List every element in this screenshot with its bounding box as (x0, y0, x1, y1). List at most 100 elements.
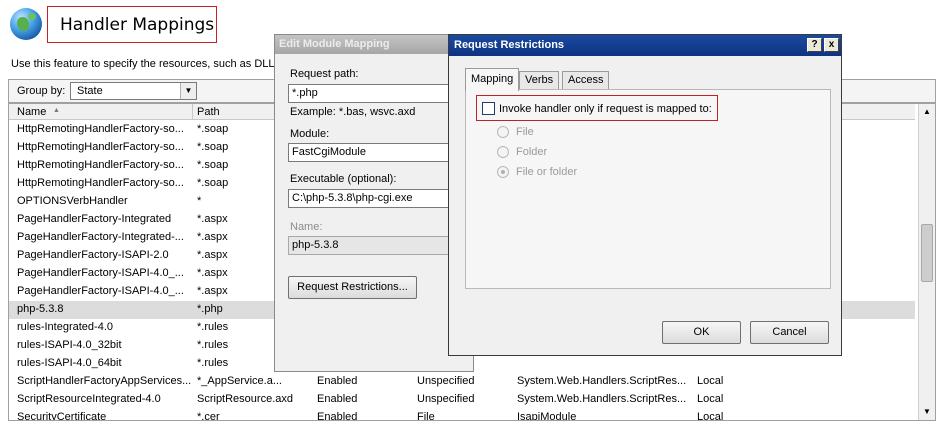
module-value: FastCgiModule (292, 146, 366, 158)
scroll-thumb[interactable] (921, 224, 933, 282)
cell-name: SecurityCertificate (17, 411, 107, 421)
cell-name: PageHandlerFactory-ISAPI-4.0_... (17, 267, 184, 279)
cell-path: *.php (197, 303, 223, 315)
rr-dialog-title: Request Restrictions (454, 39, 565, 51)
vertical-scrollbar[interactable]: ▲ ▼ (918, 104, 935, 420)
cell-name: HttpRemotingHandlerFactory-so... (17, 177, 184, 189)
request-restrictions-button[interactable]: Request Restrictions... (288, 276, 417, 299)
cell-path: *.aspx (197, 285, 228, 297)
cell-path: *.rules (197, 339, 229, 351)
radio-folder (497, 146, 509, 158)
edit-module-mapping-dialog: Edit Module Mapping Request path: *.php … (274, 34, 475, 372)
cell-path: *.soap (197, 159, 229, 171)
name-value: php-5.3.8 (292, 239, 339, 251)
page-description: Use this feature to specify the resource… (11, 58, 281, 70)
cell-name: PageHandlerFactory-ISAPI-4.0_... (17, 285, 184, 297)
cell-handler: System.Web.Handlers.ScriptRes... (517, 375, 687, 387)
cell-name: OPTIONSVerbHandler (17, 195, 128, 207)
cell-path: *.aspx (197, 249, 228, 261)
group-by-dropdown[interactable]: State ▼ (70, 82, 197, 100)
cell-name: rules-ISAPI-4.0_32bit (17, 339, 122, 351)
cell-path: *.rules (197, 357, 229, 369)
cell-path: *.soap (197, 141, 229, 153)
name-input: php-5.3.8 (288, 236, 475, 255)
group-by-value: State (77, 85, 103, 97)
executable-value: C:\php-5.3.8\php-cgi.exe (292, 192, 413, 204)
column-header-path[interactable]: Path (197, 106, 220, 118)
tab-verbs[interactable]: Verbs (519, 71, 560, 90)
cell-name: ScriptHandlerFactoryAppServices... (17, 375, 192, 387)
edit-dialog-title: Edit Module Mapping (279, 38, 390, 50)
globe-icon (10, 8, 42, 40)
cell-state: Enabled (317, 375, 358, 387)
cell-entry: Local (697, 375, 724, 387)
cell-path: * (197, 195, 202, 207)
cell-path: *.rules (197, 321, 229, 333)
table-row[interactable]: SecurityCertificate *.cer Enabled File Isapi… (9, 409, 915, 421)
name-label: Name: (290, 221, 323, 233)
tab-mapping[interactable]: Mapping (465, 68, 520, 91)
cell-path: *.soap (197, 177, 229, 189)
executable-input[interactable]: C:\php-5.3.8\php-cgi.exe (288, 189, 475, 208)
page-title-box: Handler Mappings (47, 6, 217, 43)
radio-file-or-folder (497, 166, 509, 178)
chevron-down-icon: ▼ (180, 83, 196, 99)
cell-type: Unspecified (417, 375, 475, 387)
cell-entry: Local (697, 393, 724, 405)
module-input[interactable]: FastCgiModule (288, 143, 475, 162)
page-title: Handler Mappings (60, 15, 215, 35)
cell-name: PageHandlerFactory-ISAPI-2.0 (17, 249, 169, 261)
cell-entry: Local (697, 411, 724, 421)
sort-arrow-icon: ▲ (53, 107, 60, 114)
cell-path: *.aspx (197, 231, 228, 243)
radio-file-label: File (516, 126, 534, 138)
cell-name: HttpRemotingHandlerFactory-so... (17, 159, 184, 171)
cell-name: rules-Integrated-4.0 (17, 321, 113, 333)
cell-state: Enabled (317, 411, 358, 421)
cell-path: *.cer (197, 411, 220, 421)
column-header-name[interactable]: Name (17, 106, 46, 118)
ok-button[interactable]: OK (662, 321, 741, 344)
request-path-label: Request path: (290, 68, 359, 80)
cell-name: HttpRemotingHandlerFactory-so... (17, 123, 184, 135)
radio-folder-label: Folder (516, 146, 548, 158)
cell-type: Unspecified (417, 393, 475, 405)
cell-path: *.aspx (197, 213, 228, 225)
group-by-label: Group by: (17, 85, 66, 97)
cell-name: ScriptResourceIntegrated-4.0 (17, 393, 161, 405)
cell-path: *_AppService.a... (197, 375, 282, 387)
cell-name: PageHandlerFactory-Integrated-... (17, 231, 184, 243)
cell-handler: IsapiModule (517, 411, 577, 421)
table-row[interactable]: ScriptResourceIntegrated-4.0 ScriptResour… (9, 391, 915, 409)
request-path-input[interactable]: *.php (288, 84, 475, 103)
cell-state: Enabled (317, 393, 358, 405)
column-divider[interactable] (192, 104, 193, 120)
cell-path: *.soap (197, 123, 229, 135)
help-icon[interactable]: ? (807, 38, 822, 52)
rr-dialog-titlebar[interactable]: Request Restrictions ? x (449, 35, 841, 56)
scroll-up-icon[interactable]: ▲ (919, 104, 935, 120)
request-path-value: *.php (292, 87, 318, 99)
radio-file (497, 126, 509, 138)
invoke-handler-checkbox[interactable] (482, 102, 495, 115)
module-label: Module: (290, 128, 330, 140)
request-path-example: Example: *.bas, wsvc.axd (290, 106, 416, 118)
request-restrictions-dialog: Request Restrictions ? x Mapping Verbs A… (448, 34, 842, 356)
executable-label: Executable (optional): (290, 173, 397, 185)
radio-file-or-folder-label: File or folder (516, 166, 578, 178)
tab-access[interactable]: Access (562, 71, 610, 90)
close-icon[interactable]: x (824, 38, 839, 52)
scroll-down-icon[interactable]: ▼ (919, 404, 935, 420)
cell-path: *.aspx (197, 267, 228, 279)
invoke-handler-label[interactable]: Invoke handler only if request is mapped… (499, 103, 712, 115)
cancel-button[interactable]: Cancel (750, 321, 829, 344)
cell-name: PageHandlerFactory-Integrated (17, 213, 172, 225)
edit-dialog-titlebar[interactable]: Edit Module Mapping (275, 35, 473, 54)
cell-name: rules-ISAPI-4.0_64bit (17, 357, 122, 369)
table-row[interactable]: ScriptHandlerFactoryAppServices... *_AppS… (9, 373, 915, 391)
cell-path: ScriptResource.axd (197, 393, 293, 405)
cell-handler: System.Web.Handlers.ScriptRes... (517, 393, 687, 405)
cell-name: HttpRemotingHandlerFactory-so... (17, 141, 184, 153)
cell-name: php-5.3.8 (17, 303, 64, 315)
cell-type: File (417, 411, 435, 421)
